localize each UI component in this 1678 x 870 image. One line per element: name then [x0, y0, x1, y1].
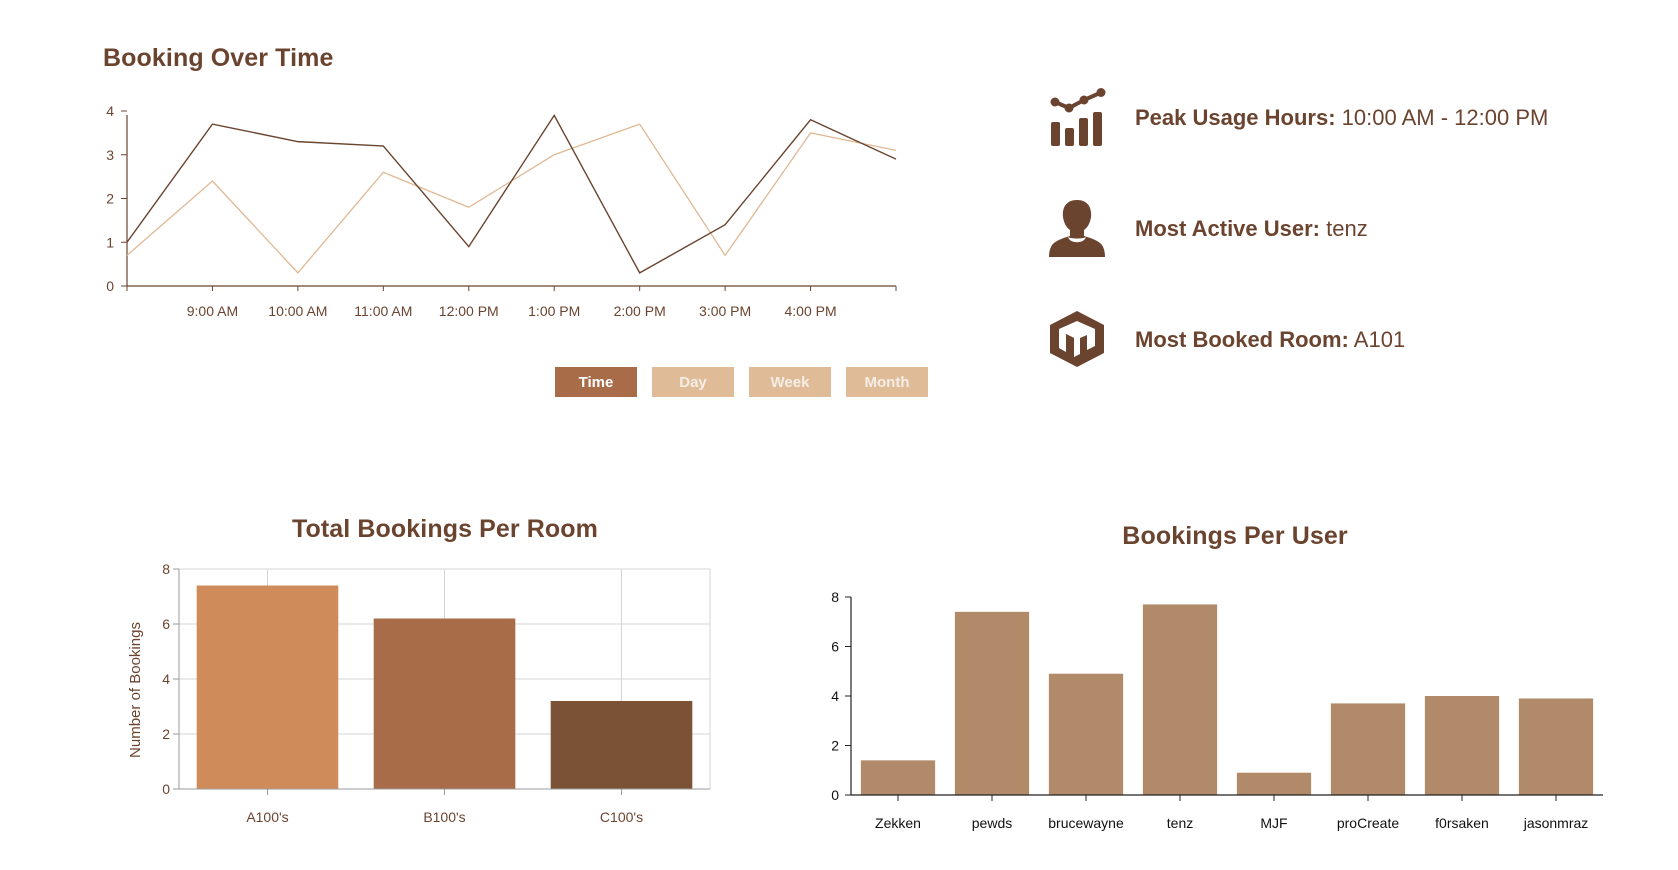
- room-y-tick-label: 2: [162, 726, 170, 742]
- line-y-tick-label: 1: [106, 234, 114, 250]
- user-bar: [860, 760, 936, 795]
- bookings-per-user-chart: Zekken pewds brucewayne tenz MJF proCreate f0r…: [831, 589, 1603, 831]
- line-y-tick-label: 4: [106, 103, 114, 119]
- user-y-tick-label: 6: [831, 639, 839, 655]
- room-icon: [1050, 311, 1104, 367]
- user-bar: [1518, 698, 1594, 795]
- active-user-label: Most Active User:: [1135, 216, 1321, 241]
- line-x-tick-label: 9:00 AM: [187, 303, 238, 319]
- user-bar: [1330, 703, 1406, 795]
- room-x-tick-label: C100's: [600, 809, 643, 825]
- line-x-tick-label: 11:00 AM: [354, 303, 412, 319]
- user-bar: [1142, 604, 1218, 795]
- bar-chart-trend-icon: [1050, 88, 1106, 146]
- user-x-tick-label: brucewayne: [1048, 815, 1124, 831]
- tab-month[interactable]: Month: [846, 367, 928, 397]
- user-x-tick-label: MJF: [1260, 815, 1287, 831]
- user-x-tick-label: tenz: [1167, 815, 1193, 831]
- room-y-tick-label: 8: [162, 561, 170, 577]
- series-line-1: [126, 114, 897, 274]
- peak-usage-value: 10:00 AM - 12:00 PM: [1341, 105, 1549, 130]
- room-y-tick-label: 0: [162, 781, 170, 797]
- room-y-axis-label: Number of Bookings: [127, 622, 144, 758]
- line-x-tick-label: 1:00 PM: [528, 303, 580, 319]
- room-bar: [550, 701, 693, 789]
- series-line-2: [126, 123, 897, 274]
- tab-time[interactable]: Time: [555, 367, 637, 397]
- booked-room-value: A101: [1353, 327, 1406, 352]
- bookings-per-room-chart: 0 2 4 6 8 A100's B100's C100's Number of Bookin…: [127, 561, 711, 825]
- line-x-tick-label: 12:00 PM: [439, 303, 499, 319]
- line-y-tick-label: 0: [106, 278, 114, 294]
- active-user-value: tenz: [1326, 216, 1368, 241]
- tab-day[interactable]: Day: [652, 367, 734, 397]
- peak-usage-label: Peak Usage Hours:: [1135, 105, 1336, 130]
- room-y-tick-label: 6: [162, 616, 170, 632]
- room-bar: [196, 585, 339, 789]
- user-y-tick-label: 2: [831, 738, 839, 754]
- user-y-tick-label: 0: [831, 787, 839, 803]
- booked-room-label: Most Booked Room:: [1135, 327, 1349, 352]
- room-chart-title: Total Bookings Per Room: [291, 515, 599, 543]
- peak-usage-stat: Peak Usage Hours: 10:00 AM - 12:00 PM: [1135, 105, 1548, 131]
- line-y-tick-label: 2: [106, 191, 114, 207]
- user-x-tick-label: f0rsaken: [1435, 815, 1489, 831]
- user-x-tick-label: proCreate: [1337, 815, 1399, 831]
- line-y-tick-label: 3: [106, 147, 114, 163]
- user-x-tick-label: pewds: [972, 815, 1012, 831]
- user-bar: [954, 611, 1030, 795]
- booking-over-time-chart: 0 1 2 3 4 9:00 AM 10:00 AM 11:00 AM 12:00 PM 1:00…: [106, 103, 897, 319]
- user-x-tick-label: Zekken: [875, 815, 921, 831]
- active-user-stat: Most Active User: tenz: [1135, 216, 1368, 242]
- room-y-tick-label: 4: [162, 671, 170, 687]
- user-y-tick-label: 8: [831, 589, 839, 605]
- user-y-tick-label: 4: [831, 688, 839, 704]
- user-icon: [1049, 200, 1105, 257]
- line-x-tick-label: 10:00 AM: [268, 303, 327, 319]
- user-bar: [1424, 696, 1500, 795]
- tab-week[interactable]: Week: [749, 367, 831, 397]
- user-bar: [1048, 673, 1124, 795]
- room-bar: [373, 618, 516, 789]
- user-x-tick-label: jasonmraz: [1523, 815, 1589, 831]
- line-x-tick-label: 4:00 PM: [784, 303, 836, 319]
- user-bar: [1236, 772, 1312, 795]
- user-chart-title: Bookings Per User: [1122, 522, 1348, 550]
- line-x-tick-label: 2:00 PM: [614, 303, 666, 319]
- booked-room-stat: Most Booked Room: A101: [1135, 327, 1405, 353]
- room-x-tick-label: B100's: [423, 809, 465, 825]
- room-x-tick-label: A100's: [246, 809, 288, 825]
- line-x-tick-label: 3:00 PM: [699, 303, 751, 319]
